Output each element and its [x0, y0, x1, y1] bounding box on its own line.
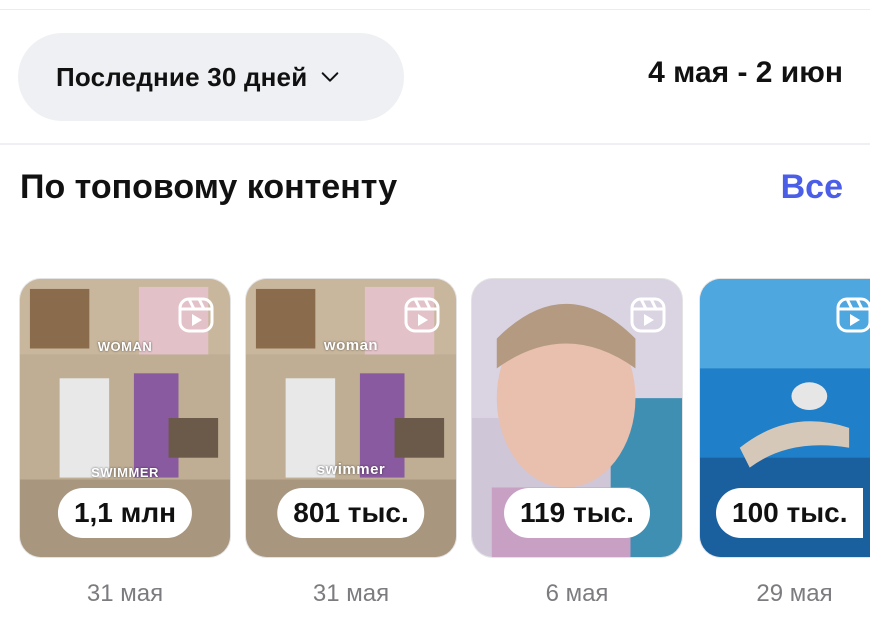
card-date: 31 мая — [312, 580, 390, 607]
overlay-caption-top: WOMAN — [97, 339, 153, 354]
section-title: По топовому контенту — [20, 168, 398, 206]
reels-icon — [178, 297, 214, 333]
overlay-caption-top: woman — [323, 337, 379, 354]
reels-icon — [836, 297, 870, 333]
card-date: 29 мая — [756, 580, 833, 607]
card-date: 6 мая — [545, 580, 609, 607]
see-all-link[interactable]: Все — [781, 168, 843, 207]
content-card[interactable]: woman swimmer 801 тыс. — [245, 278, 457, 558]
chevron-down-icon — [322, 72, 339, 82]
content-card[interactable]: 100 тыс. — [699, 278, 870, 558]
date-range: 4 мая - 2 июн — [648, 56, 843, 89]
view-count: 801 тыс. — [277, 488, 425, 538]
reels-icon — [630, 297, 666, 333]
section-divider — [0, 143, 870, 145]
view-count: 1,1 млн — [57, 488, 193, 538]
period-filter-dropdown[interactable]: Последние 30 дней — [18, 33, 404, 121]
overlay-caption-mid: SWIMMER — [91, 465, 159, 480]
overlay-caption-mid: swimmer — [316, 461, 386, 478]
content-card[interactable]: WOMAN SWIMMER 1,1 млн — [19, 278, 231, 558]
top-divider — [0, 9, 870, 10]
content-card[interactable]: 119 тыс. — [471, 278, 683, 558]
view-count: 119 тыс. — [504, 488, 650, 538]
card-date: 31 мая — [86, 580, 164, 607]
reels-icon — [404, 297, 440, 333]
view-count: 100 тыс. — [716, 488, 864, 538]
period-filter-label: Последние 30 дней — [56, 61, 308, 92]
